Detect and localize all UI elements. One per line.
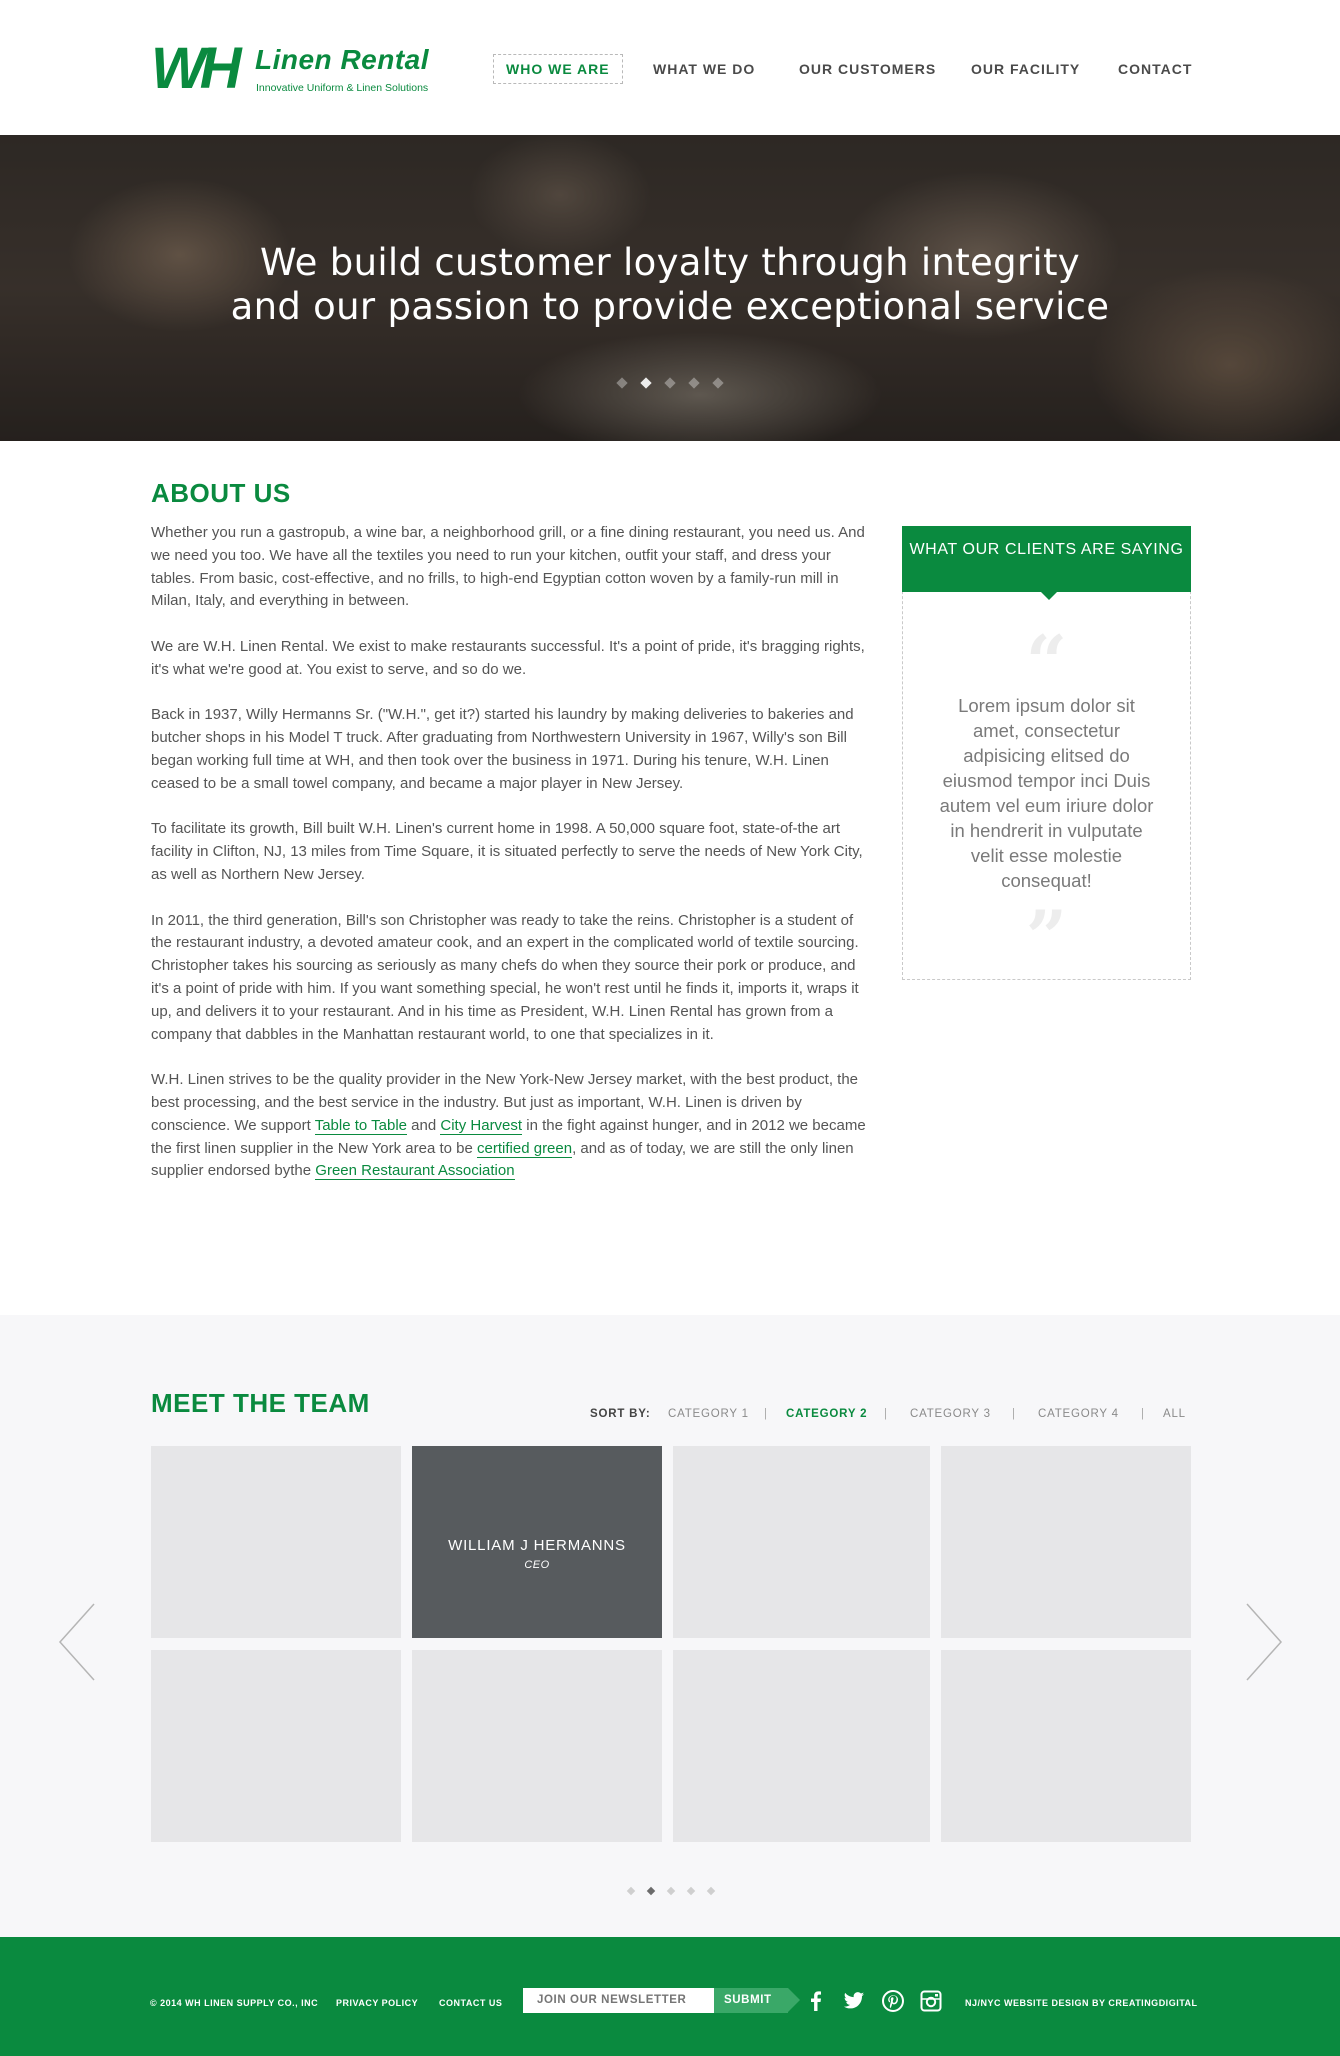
testimonial-pointer (1040, 591, 1058, 600)
sort-separator: | (1012, 1408, 1016, 1420)
team-member-tile[interactable] (412, 1650, 662, 1842)
hero-dot-1[interactable] (616, 377, 628, 389)
hero-pagination (614, 377, 724, 391)
hero-dot-5[interactable] (712, 377, 724, 389)
about-paragraph: Whether you run a gastropub, a wine bar,… (151, 524, 865, 610)
hero-line-2: and our passion to provide exceptional s… (230, 285, 1110, 328)
team-dot-2[interactable] (646, 1886, 656, 1896)
team-member-tile[interactable] (941, 1446, 1191, 1638)
nav-what-we-do[interactable]: WHAT WE DO (653, 54, 755, 84)
contact-us-link[interactable]: CONTACT US (439, 1997, 502, 2009)
sort-category-2[interactable]: CATEGORY 2 (786, 1406, 867, 1422)
about-paragraph: We are W.H. Linen Rental. We exist to ma… (151, 637, 865, 678)
sort-separator: | (764, 1408, 768, 1420)
sort-separator: | (884, 1408, 888, 1420)
team-member-tile[interactable] (673, 1446, 930, 1638)
design-credit[interactable]: NJ/NYC WEBSITE DESIGN BY CREATINGDIGITAL (965, 1997, 1198, 2009)
chevron-left-icon[interactable] (58, 1602, 98, 1682)
team-dot-1[interactable] (626, 1886, 636, 1896)
hero-line-1: We build customer loyalty through integr… (259, 241, 1081, 284)
copyright: © 2014 WH LINEN SUPPLY CO., INC (150, 1998, 319, 2008)
hero-headline: We build customer loyalty through integr… (0, 241, 1340, 329)
twitter-icon[interactable] (843, 1990, 865, 2012)
instagram-icon[interactable] (920, 1990, 942, 2012)
main-nav: WHO WE ARE WHAT WE DO OUR CUSTOMERS OUR … (0, 54, 1340, 84)
team-member-name: WILLIAM J HERMANNS (448, 1537, 626, 1554)
site-header: WH Linen Rental Innovative Uniform & Lin… (0, 0, 1340, 135)
team-dot-4[interactable] (686, 1886, 696, 1896)
nav-who-we-are[interactable]: WHO WE ARE (493, 54, 623, 84)
open-quote-icon: “ (1025, 619, 1068, 704)
team-member-tile-featured[interactable]: WILLIAM J HERMANNS CEO (412, 1446, 662, 1638)
sort-category-1[interactable]: CATEGORY 1 (668, 1406, 749, 1422)
privacy-policy-link[interactable]: PRIVACY POLICY (336, 1997, 418, 2009)
team-member-tile[interactable] (151, 1446, 401, 1638)
link-green-restaurant-association[interactable]: Green Restaurant Association (315, 1162, 515, 1181)
team-dot-3[interactable] (666, 1886, 676, 1896)
team-member-tile[interactable] (151, 1650, 401, 1842)
team-member-tile[interactable] (941, 1650, 1191, 1842)
nav-our-customers[interactable]: OUR CUSTOMERS (799, 54, 936, 84)
testimonial-quote: Lorem ipsum dolor sit amet, consectetur … (939, 695, 1154, 891)
about-paragraph: W.H. Linen strives to be the quality pro… (151, 1069, 866, 1183)
about-body: Whether you run a gastropub, a wine bar,… (151, 522, 866, 1206)
sort-separator: | (1141, 1408, 1145, 1420)
facebook-icon[interactable] (805, 1990, 827, 2012)
about-paragraph: To facilitate its growth, Bill built W.H… (151, 820, 863, 883)
site-footer: © 2014 WH LINEN SUPPLY CO., INC PRIVACY … (0, 1937, 1340, 2056)
text: and (407, 1116, 441, 1134)
about-paragraph: In 2011, the third generation, Bill's so… (151, 911, 859, 1043)
hero-banner: We build customer loyalty through integr… (0, 135, 1340, 441)
newsletter-input[interactable] (523, 1988, 714, 2013)
hero-dot-4[interactable] (688, 377, 700, 389)
submit-button[interactable]: SUBMIT (714, 1988, 800, 2013)
team-member-role: CEO (524, 1559, 550, 1571)
sort-label: SORT BY: (590, 1408, 651, 1420)
sort-all[interactable]: ALL (1163, 1406, 1186, 1422)
team-dot-5[interactable] (706, 1886, 716, 1896)
team-member-tile[interactable] (673, 1650, 930, 1842)
sort-category-3[interactable]: CATEGORY 3 (910, 1406, 991, 1422)
about-paragraph: Back in 1937, Willy Hermanns Sr. ("W.H."… (151, 706, 854, 792)
about-title: ABOUT US (151, 478, 291, 508)
team-pagination (624, 1886, 724, 1898)
close-quote-icon: ” (1025, 894, 1068, 979)
hero-dot-3[interactable] (664, 377, 676, 389)
pinterest-icon[interactable] (882, 1990, 904, 2012)
hero-dot-2[interactable] (640, 377, 652, 389)
link-certified-green[interactable]: certified green (477, 1139, 573, 1158)
chevron-right-icon[interactable] (1243, 1602, 1283, 1682)
link-city-harvest[interactable]: City Harvest (440, 1116, 523, 1135)
testimonial-box: WHAT OUR CLIENTS ARE SAYING “ Lorem ipsu… (902, 526, 1191, 980)
nav-contact[interactable]: CONTACT (1118, 54, 1192, 84)
team-sort-bar: SORT BY: CATEGORY 1 | CATEGORY 2 | CATEG… (0, 1406, 1340, 1422)
link-table-to-table[interactable]: Table to Table (314, 1116, 408, 1135)
nav-our-facility[interactable]: OUR FACILITY (971, 54, 1080, 84)
sort-category-4[interactable]: CATEGORY 4 (1038, 1406, 1119, 1422)
testimonial-heading: WHAT OUR CLIENTS ARE SAYING (902, 526, 1191, 592)
